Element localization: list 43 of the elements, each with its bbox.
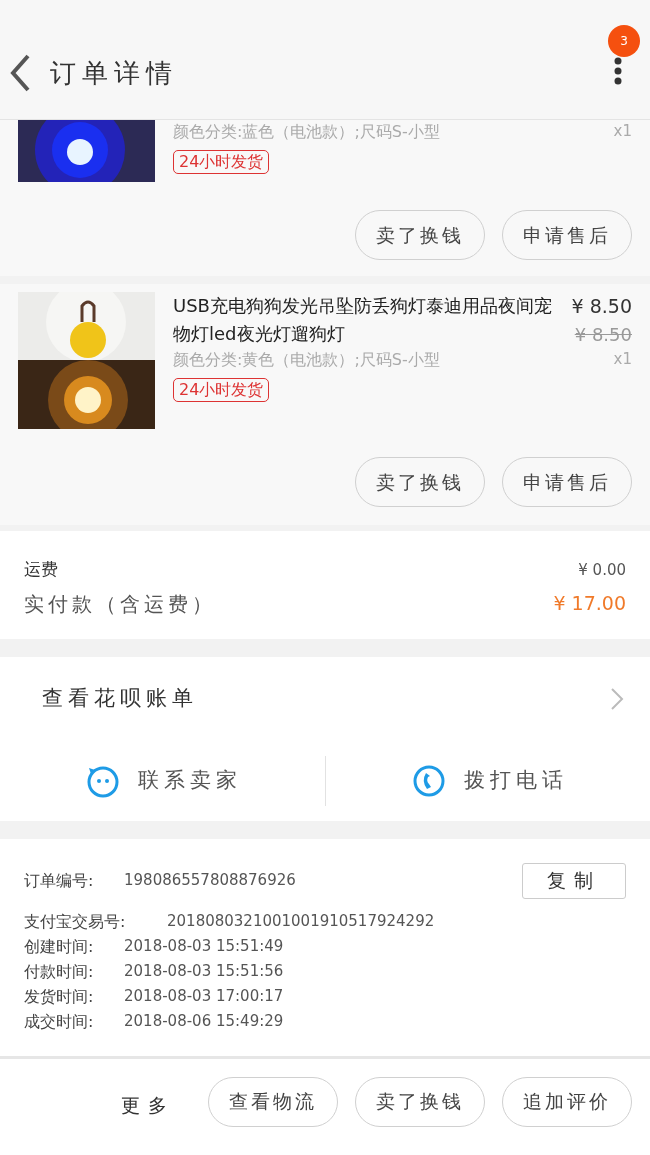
info-label: 支付宝交易号: (24, 910, 127, 933)
action-button[interactable]: 申请售后 (502, 457, 632, 507)
page-title: 订单详情 (50, 57, 178, 90)
product-spec: 颜色分类:黄色（电池款）;尺码S-小型 (173, 349, 440, 371)
more-link[interactable]: 更多 (121, 1090, 175, 1119)
fee-label: 运费 (24, 558, 58, 581)
info-label: 创建时间: (24, 935, 95, 958)
more-icon[interactable] (614, 57, 622, 85)
shipping-tag: 24小时发货 (173, 150, 270, 174)
action-button[interactable]: 卖了换钱 (355, 210, 485, 260)
action-button[interactable]: 追加评价 (502, 1076, 632, 1127)
contact-button[interactable]: 拨打电话 (411, 763, 568, 798)
contact-button[interactable]: 联系卖家 (86, 763, 242, 798)
info-label: 成交时间: (24, 1010, 95, 1033)
info-value: 2018080321001001910517924292 (167, 910, 435, 932)
action-button[interactable]: 卖了换钱 (355, 457, 485, 507)
original-price: ¥ 8.50 (574, 322, 632, 347)
action-button[interactable]: 查看物流 (208, 1076, 338, 1127)
info-value: 2018-08-03 17:00:17 (124, 985, 284, 1007)
info-label: 发货时间: (24, 985, 95, 1008)
phone-icon (411, 763, 446, 798)
fee-value: ¥ 17.00 (553, 591, 626, 617)
product-spec: 颜色分类:蓝色（电池款）;尺码S-小型 (173, 121, 440, 143)
fee-value: ¥ 0.00 (578, 559, 626, 581)
huabei-row[interactable]: 查看花呗账单 (0, 656, 650, 741)
product-title: USB充电狗狗发光吊坠防丢狗灯泰迪用品夜间宠物灯led夜光灯遛狗灯 (173, 294, 553, 346)
notification-badge: 3 (608, 25, 640, 57)
info-label: 订单编号: (24, 869, 95, 892)
info-label: 付款时间: (24, 960, 95, 983)
action-button[interactable]: 卖了换钱 (355, 1076, 485, 1127)
shipping-tag: 24小时发货 (173, 378, 270, 402)
info-value: 2018-08-06 15:49:29 (124, 1010, 284, 1032)
quantity: x1 (613, 349, 632, 370)
info-value: 198086557808876926 (124, 869, 296, 891)
huabei-label: 查看花呗账单 (42, 684, 198, 712)
chevron-right-icon (610, 686, 624, 711)
info-value: 2018-08-03 15:51:49 (124, 935, 284, 957)
price: ¥ 8.50 (571, 294, 632, 319)
quantity: x1 (613, 121, 632, 142)
info-value: 2018-08-03 15:51:56 (124, 960, 284, 982)
fee-label: 实付款（含运费） (24, 590, 216, 618)
action-button[interactable]: 申请售后 (502, 210, 632, 260)
copy-button[interactable]: 复制 (522, 862, 626, 899)
